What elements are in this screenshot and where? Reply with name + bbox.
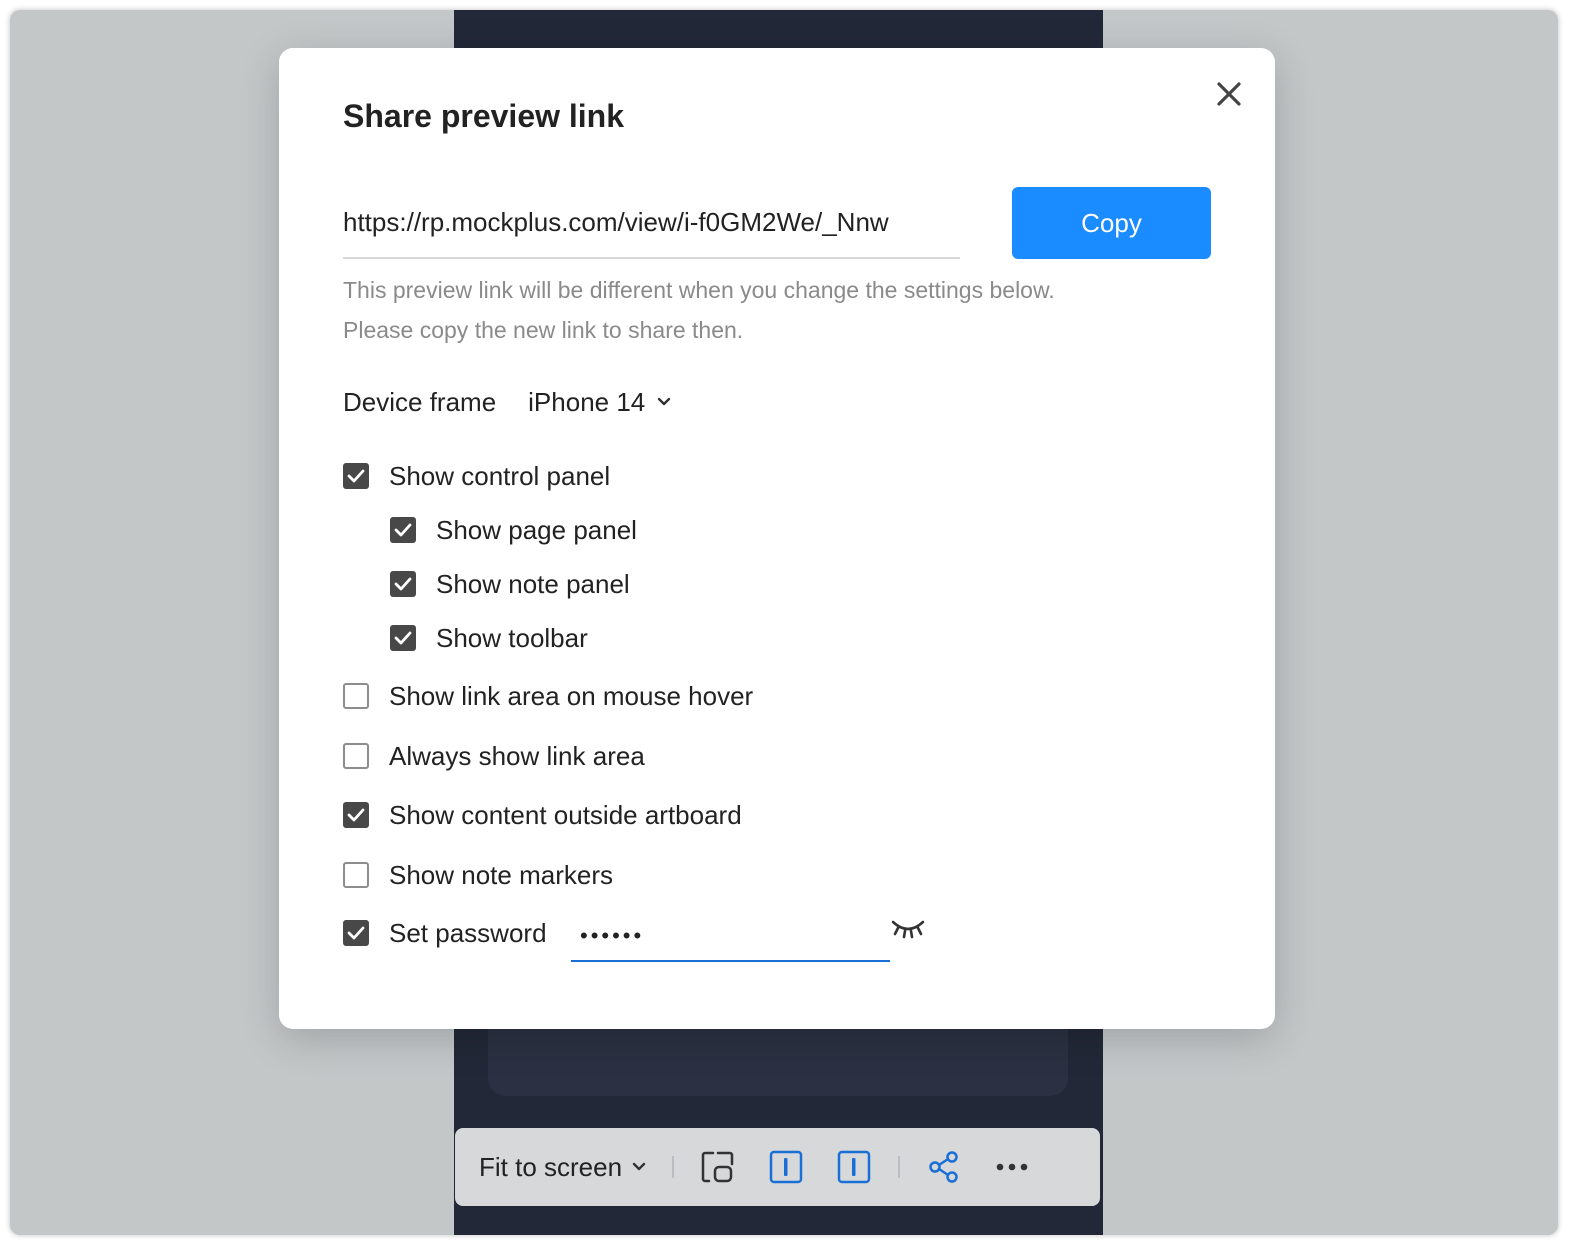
link-row: Copy	[343, 187, 1211, 259]
option-show-control-panel[interactable]: Show control panel	[343, 461, 610, 491]
zoom-label: Fit to screen	[479, 1151, 623, 1182]
more-icon[interactable]	[994, 1149, 1030, 1185]
option-label: Always show link area	[389, 740, 645, 771]
checkbox-unchecked[interactable]	[343, 683, 369, 709]
device-frame-value: iPhone 14	[528, 386, 646, 417]
option-show-page-panel[interactable]: Show page panel	[390, 515, 637, 545]
device-frame-select[interactable]: iPhone 14	[528, 387, 671, 418]
checkmark-icon	[394, 523, 412, 537]
option-link-area-hover[interactable]: Show link area on mouse hover	[343, 681, 753, 711]
zoom-select[interactable]: Fit to screen	[479, 1152, 646, 1183]
checkbox-checked[interactable]	[390, 517, 416, 543]
preview-link-field[interactable]	[343, 187, 960, 259]
link-hint: This preview link will be different when…	[343, 270, 1213, 350]
checkmark-icon	[394, 631, 412, 645]
checkbox-unchecked[interactable]	[343, 743, 369, 769]
checkmark-icon	[347, 808, 365, 822]
checkbox-unchecked[interactable]	[343, 862, 369, 888]
hint-line: This preview link will be different when…	[343, 277, 1055, 303]
checkbox-checked[interactable]	[343, 920, 369, 946]
left-panel-icon[interactable]	[768, 1149, 804, 1185]
option-always-link-area[interactable]: Always show link area	[343, 741, 645, 771]
checkmark-icon	[394, 577, 412, 591]
toolbar-divider	[672, 1156, 675, 1178]
checkbox-checked[interactable]	[390, 625, 416, 651]
checkbox-checked[interactable]	[390, 571, 416, 597]
option-label: Show note panel	[436, 568, 630, 599]
bottom-toolbar: Fit to screen	[455, 1128, 1100, 1206]
option-show-toolbar[interactable]: Show toolbar	[390, 623, 588, 653]
chevron-down-icon	[632, 1162, 646, 1171]
checkmark-icon	[347, 469, 365, 483]
option-set-password[interactable]: Set password	[343, 918, 547, 948]
option-content-outside-artboard[interactable]: Show content outside artboard	[343, 800, 742, 830]
option-show-note-panel[interactable]: Show note panel	[390, 569, 630, 599]
checkmark-icon	[347, 926, 365, 940]
share-preview-dialog: Share preview link Copy This preview lin…	[279, 48, 1275, 1029]
option-label: Show note markers	[389, 859, 613, 890]
dialog-title: Share preview link	[343, 98, 625, 134]
option-note-markers[interactable]: Show note markers	[343, 860, 613, 890]
checkbox-checked[interactable]	[343, 463, 369, 489]
toolbar-divider	[898, 1156, 901, 1178]
chevron-down-icon	[658, 397, 671, 406]
password-field[interactable]	[571, 912, 890, 962]
share-icon[interactable]	[926, 1149, 962, 1185]
device-frame-row: Device frame iPhone 14	[343, 384, 671, 420]
fit-frame-icon[interactable]	[700, 1149, 736, 1185]
option-label: Show toolbar	[436, 622, 588, 653]
option-label: Show page panel	[436, 514, 637, 545]
close-icon[interactable]	[1213, 78, 1245, 110]
option-label: Show control panel	[389, 460, 611, 491]
option-label: Show content outside artboard	[389, 799, 742, 830]
right-panel-icon[interactable]	[836, 1149, 872, 1185]
device-frame-label: Device frame	[343, 386, 497, 417]
hint-line: Please copy the new link to share then.	[343, 317, 744, 343]
option-label: Set password	[389, 917, 547, 948]
copy-button[interactable]: Copy	[1012, 187, 1211, 259]
checkbox-checked[interactable]	[343, 802, 369, 828]
option-label: Show link area on mouse hover	[389, 680, 754, 711]
eye-closed-icon[interactable]	[890, 914, 926, 944]
